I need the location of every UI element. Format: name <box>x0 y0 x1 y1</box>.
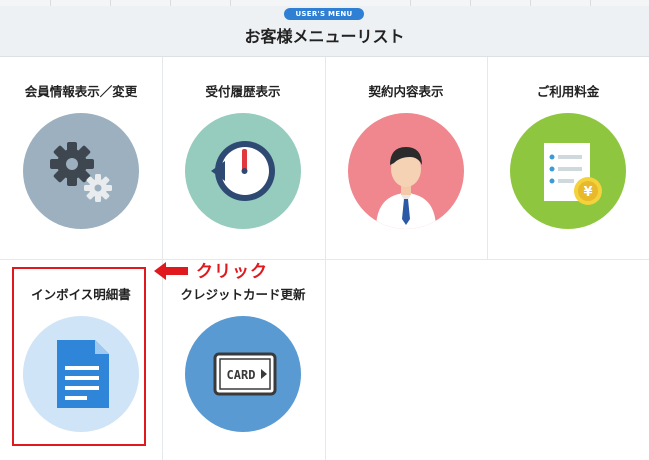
highlight-box <box>12 267 146 446</box>
clock-history-icon <box>185 113 301 229</box>
card-text: CARD <box>227 368 256 382</box>
menu-header: USER'S MENU お客様メニューリスト <box>0 6 649 57</box>
menu-item-label: ご利用料金 <box>536 84 600 99</box>
page-title: お客様メニューリスト <box>244 27 405 46</box>
gears-icon <box>23 113 139 229</box>
click-annotation: クリック <box>196 262 268 282</box>
person-icon <box>348 113 464 229</box>
menu-item-label: 会員情報表示／変更 <box>24 84 138 99</box>
svg-text:¥: ¥ <box>583 185 592 200</box>
arrow-left-icon <box>154 262 188 280</box>
menu-item-member-info[interactable]: 会員情報表示／変更 <box>1 57 161 257</box>
menu-item-label: クレジットカード更新 <box>180 287 306 302</box>
menu-item-credit-card-update[interactable]: クレジットカード更新 CARD <box>163 260 323 460</box>
menu-item-label: 受付履歴表示 <box>205 84 281 99</box>
column-divider <box>325 260 326 460</box>
credit-card-icon: CARD <box>185 316 301 432</box>
invoice-yen-icon: ¥ <box>510 113 626 229</box>
menu-item-contract-details[interactable]: 契約内容表示 <box>326 57 486 257</box>
menu-item-reception-history[interactable]: 受付履歴表示 <box>163 57 323 257</box>
menu-item-label: 契約内容表示 <box>368 84 444 99</box>
menu-item-usage-fees[interactable]: ご利用料金 ¥ <box>488 57 648 257</box>
users-menu-badge: USER'S MENU <box>284 8 364 20</box>
